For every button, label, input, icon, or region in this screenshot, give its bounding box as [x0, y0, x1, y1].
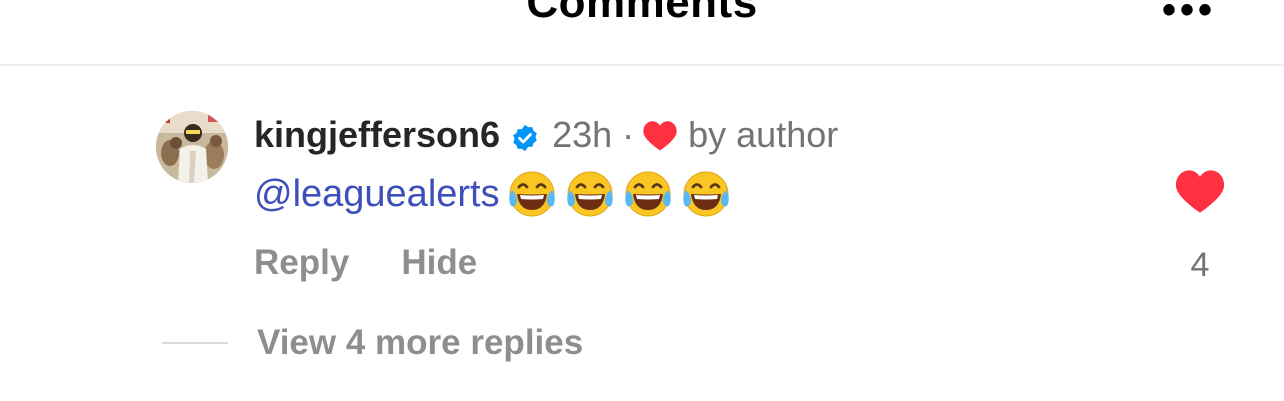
heart-icon	[642, 119, 678, 152]
comment-actions: Reply Hide	[254, 240, 477, 286]
replies-divider	[162, 342, 228, 344]
header-title: Comments	[526, 0, 758, 27]
laughing-emoji	[506, 168, 558, 220]
liked-by-author-label: by author	[688, 114, 839, 155]
like-count: 4	[1190, 246, 1210, 284]
ellipsis-icon[interactable]: •••	[1162, 0, 1216, 33]
comment-meta: kingjefferson6 23h · by author	[254, 112, 838, 158]
laughing-emoji	[564, 168, 616, 220]
heart-filled-icon[interactable]	[1174, 167, 1226, 215]
laughing-emoji	[680, 168, 732, 220]
avatar-photo	[156, 111, 228, 183]
laughing-emoji	[622, 168, 674, 220]
reply-button[interactable]: Reply	[254, 243, 349, 283]
meta-separator: ·	[622, 114, 635, 155]
view-replies-button[interactable]: View 4 more replies	[257, 320, 583, 366]
comment-text: @leaguealerts	[254, 166, 732, 222]
comment-username[interactable]: kingjefferson6	[254, 114, 500, 156]
comment-timestamp: 23h	[552, 114, 613, 155]
comments-header: Comments •••	[0, 0, 1284, 66]
mention-link[interactable]: @leaguealerts	[254, 173, 500, 216]
hide-button[interactable]: Hide	[401, 243, 477, 283]
user-avatar[interactable]	[156, 111, 228, 183]
verified-badge-icon	[510, 120, 540, 152]
